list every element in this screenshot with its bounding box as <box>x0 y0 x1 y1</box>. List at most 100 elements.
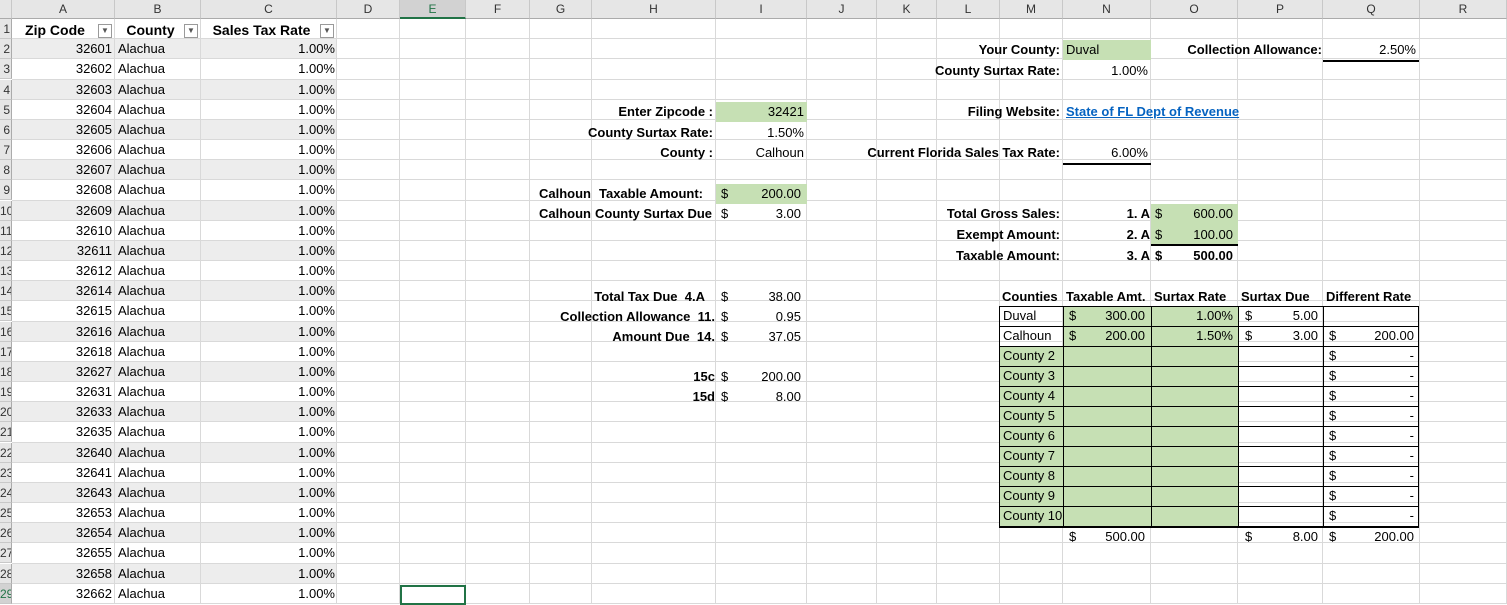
table-cell-zip[interactable]: 32627 <box>12 362 115 382</box>
table-cell-rate[interactable]: 1.00% <box>201 584 337 604</box>
table-cell-county[interactable]: Alachua <box>115 503 201 523</box>
column-header-f[interactable]: F <box>466 0 530 19</box>
table-cell-county[interactable]: Alachua <box>115 564 201 584</box>
table-cell-county[interactable]: Alachua <box>115 523 201 543</box>
table-cell-county[interactable]: Alachua <box>115 201 201 221</box>
column-header-b[interactable]: B <box>115 0 201 19</box>
table-cell-rate[interactable]: 1.00% <box>201 564 337 584</box>
table-cell-county[interactable]: Alachua <box>115 584 201 604</box>
table-cell-rate[interactable]: 1.00% <box>201 443 337 463</box>
table-cell-county[interactable]: Alachua <box>115 543 201 563</box>
column-header-j[interactable]: J <box>807 0 877 19</box>
column-header-c[interactable]: C <box>201 0 337 19</box>
table-cell-zip[interactable]: 32615 <box>12 301 115 321</box>
table-cell-county[interactable]: Alachua <box>115 100 201 120</box>
table-cell-zip[interactable]: 32640 <box>12 443 115 463</box>
table-cell-county[interactable]: Alachua <box>115 80 201 100</box>
table-cell-zip[interactable]: 32603 <box>12 80 115 100</box>
sort-filter-icon[interactable]: ▼ <box>184 24 198 38</box>
header-sales-tax-rate[interactable]: Sales Tax Rate <box>201 20 337 40</box>
exempt-amount-input[interactable]: 100.00 <box>1168 225 1236 245</box>
gross-sales-input[interactable]: 600.00 <box>1168 204 1236 224</box>
table-cell-zip[interactable]: 32608 <box>12 180 115 200</box>
table-cell-zip[interactable]: 32641 <box>12 463 115 483</box>
column-header-a[interactable]: A <box>12 0 115 19</box>
table-cell-county[interactable]: Alachua <box>115 402 201 422</box>
row-header[interactable]: 13 <box>0 261 12 281</box>
table-cell-rate[interactable]: 1.00% <box>201 301 337 321</box>
table-cell-zip[interactable]: 32611 <box>12 241 115 261</box>
active-cell[interactable] <box>400 585 466 605</box>
column-header-g[interactable]: G <box>530 0 592 19</box>
table-cell-county[interactable]: Alachua <box>115 261 201 281</box>
row-header[interactable]: 14 <box>0 281 12 301</box>
table-cell-rate[interactable]: 1.00% <box>201 281 337 301</box>
column-header-o[interactable]: O <box>1151 0 1238 19</box>
row-header[interactable]: 17 <box>0 342 12 362</box>
row-header[interactable]: 24 <box>0 483 12 503</box>
table-cell-county[interactable]: Alachua <box>115 422 201 442</box>
row-header[interactable]: 20 <box>0 402 12 422</box>
table-cell-county[interactable]: Alachua <box>115 59 201 79</box>
row-header[interactable]: 29 <box>0 584 12 604</box>
column-header-d[interactable]: D <box>337 0 400 19</box>
table-cell-rate[interactable]: 1.00% <box>201 59 337 79</box>
row-header[interactable]: 5 <box>0 100 12 120</box>
row-header[interactable]: 26 <box>0 523 12 543</box>
table-cell-zip[interactable]: 32643 <box>12 483 115 503</box>
column-header-p[interactable]: P <box>1238 0 1323 19</box>
table-cell-county[interactable]: Alachua <box>115 301 201 321</box>
table-cell-rate[interactable]: 1.00% <box>201 382 337 402</box>
column-header-k[interactable]: K <box>877 0 937 19</box>
table-cell-rate[interactable]: 1.00% <box>201 463 337 483</box>
table-cell-zip[interactable]: 32605 <box>12 120 115 140</box>
row-header[interactable]: 4 <box>0 80 12 100</box>
table-cell-county[interactable]: Alachua <box>115 342 201 362</box>
row-header[interactable]: 22 <box>0 443 12 463</box>
table-cell-county[interactable]: Alachua <box>115 120 201 140</box>
table-cell-county[interactable]: Alachua <box>115 180 201 200</box>
table-cell-zip[interactable]: 32602 <box>12 59 115 79</box>
table-cell-county[interactable]: Alachua <box>115 443 201 463</box>
table-cell-county[interactable]: Alachua <box>115 160 201 180</box>
filing-website-link[interactable]: State of FL Dept of Revenue <box>1063 102 1323 122</box>
table-cell-rate[interactable]: 1.00% <box>201 160 337 180</box>
table-cell-county[interactable]: Alachua <box>115 463 201 483</box>
row-header[interactable]: 1 <box>0 19 12 39</box>
row-header[interactable]: 11 <box>0 221 12 241</box>
table-cell-rate[interactable]: 1.00% <box>201 322 337 342</box>
table-cell-county[interactable]: Alachua <box>115 221 201 241</box>
table-cell-rate[interactable]: 1.00% <box>201 402 337 422</box>
table-cell-zip[interactable]: 32609 <box>12 201 115 221</box>
table-cell-rate[interactable]: 1.00% <box>201 261 337 281</box>
table-cell-zip[interactable]: 32606 <box>12 140 115 160</box>
column-header-r[interactable]: R <box>1420 0 1507 19</box>
row-header[interactable]: 8 <box>0 160 12 180</box>
table-cell-zip[interactable]: 32618 <box>12 342 115 362</box>
table-cell-zip[interactable]: 32604 <box>12 100 115 120</box>
row-header[interactable]: 12 <box>0 241 12 261</box>
column-header-e[interactable]: E <box>400 0 466 19</box>
table-cell-rate[interactable]: 1.00% <box>201 483 337 503</box>
row-header[interactable]: 25 <box>0 503 12 523</box>
table-cell-rate[interactable]: 1.00% <box>201 140 337 160</box>
table-cell-zip[interactable]: 32662 <box>12 584 115 604</box>
table-cell-zip[interactable]: 32601 <box>12 39 115 59</box>
table-cell-rate[interactable]: 1.00% <box>201 503 337 523</box>
column-header-i[interactable]: I <box>716 0 807 19</box>
table-cell-zip[interactable]: 32616 <box>12 322 115 342</box>
row-header[interactable]: 3 <box>0 59 12 79</box>
table-cell-rate[interactable]: 1.00% <box>201 221 337 241</box>
column-header-m[interactable]: M <box>1000 0 1063 19</box>
row-header[interactable]: 23 <box>0 463 12 483</box>
row-header[interactable]: 27 <box>0 543 12 563</box>
table-cell-zip[interactable]: 32658 <box>12 564 115 584</box>
row-header[interactable]: 19 <box>0 382 12 402</box>
table-cell-zip[interactable]: 32610 <box>12 221 115 241</box>
row-header[interactable]: 16 <box>0 322 12 342</box>
column-header-h[interactable]: H <box>592 0 716 19</box>
row-header[interactable]: 7 <box>0 140 12 160</box>
table-cell-rate[interactable]: 1.00% <box>201 241 337 261</box>
column-header-n[interactable]: N <box>1063 0 1151 19</box>
column-header-q[interactable]: Q <box>1323 0 1420 19</box>
